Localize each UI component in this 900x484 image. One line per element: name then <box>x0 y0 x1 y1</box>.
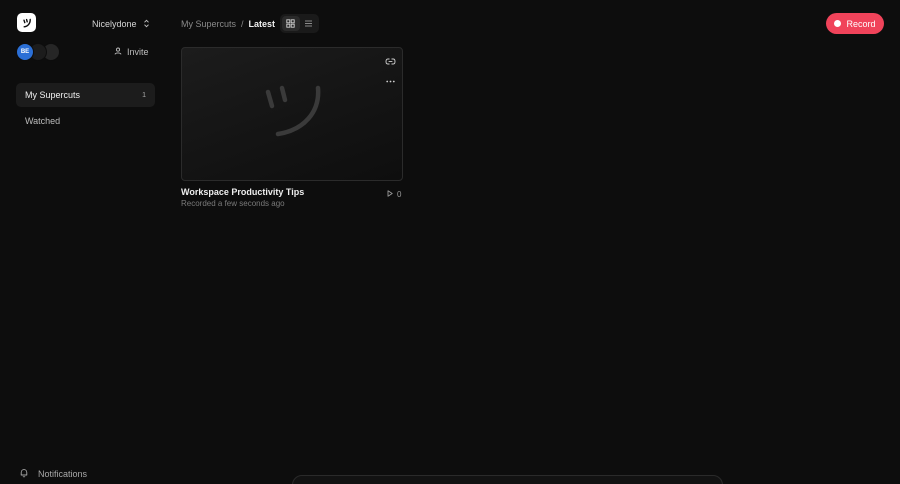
play-icon <box>387 190 393 199</box>
sidebar-item-count: 1 <box>142 91 146 99</box>
video-card[interactable]: Workspace Productivity Tips Recorded a f… <box>181 47 403 208</box>
video-recorded-time: Recorded a few seconds ago <box>181 199 285 208</box>
breadcrumb: My Supercuts / Latest <box>181 18 275 30</box>
sidebar-item-label: My Supercuts <box>25 90 81 100</box>
record-button[interactable]: Record <box>826 13 884 34</box>
supercut-logo-icon[interactable] <box>17 13 36 32</box>
breadcrumb-separator: / <box>241 19 244 29</box>
sidebar-nav: My Supercuts 1 Watched <box>16 83 155 135</box>
video-title[interactable]: Workspace Productivity Tips <box>181 187 304 197</box>
breadcrumb-current: Latest <box>248 19 276 29</box>
copy-link-button[interactable] <box>383 54 397 68</box>
supercut-logo-icon <box>260 78 324 147</box>
sidebar-item-my-supercuts[interactable]: My Supercuts 1 <box>16 83 155 107</box>
view-count-value: 0 <box>397 190 402 199</box>
bell-icon <box>19 468 29 480</box>
video-thumbnail[interactable] <box>181 47 403 181</box>
sidebar: Nicelydone BE Invite My Supercuts 1 Watc… <box>0 0 168 484</box>
breadcrumb-root[interactable]: My Supercuts <box>181 19 236 29</box>
record-dot-icon <box>834 20 842 27</box>
list-view-button[interactable] <box>300 16 318 31</box>
sidebar-item-label: Watched <box>25 116 61 126</box>
sidebar-item-watched[interactable]: Watched <box>16 109 155 133</box>
user-icon <box>114 47 122 57</box>
workspace-name: Nicelydone <box>92 19 137 29</box>
grid-icon <box>286 15 295 33</box>
notifications-label: Notifications <box>38 469 88 479</box>
record-label: Record <box>846 18 876 29</box>
list-icon <box>304 15 313 33</box>
notifications-button[interactable]: Notifications <box>19 468 87 480</box>
grid-view-button[interactable] <box>282 16 300 31</box>
bottom-toolbar <box>292 475 723 484</box>
more-options-button[interactable] <box>383 72 397 86</box>
workspace-switcher[interactable]: Nicelydone <box>92 17 150 31</box>
invite-label: Invite <box>127 47 149 57</box>
more-horizontal-icon <box>385 70 395 88</box>
chevron-up-down-icon <box>143 19 150 30</box>
view-toggle <box>280 14 319 33</box>
invite-button[interactable]: Invite <box>114 46 149 58</box>
app: Nicelydone BE Invite My Supercuts 1 Watc… <box>0 0 900 484</box>
view-count: 0 <box>387 190 401 199</box>
avatar: BE <box>16 43 34 61</box>
member-avatars[interactable]: BE <box>16 43 64 61</box>
link-icon <box>385 52 396 70</box>
